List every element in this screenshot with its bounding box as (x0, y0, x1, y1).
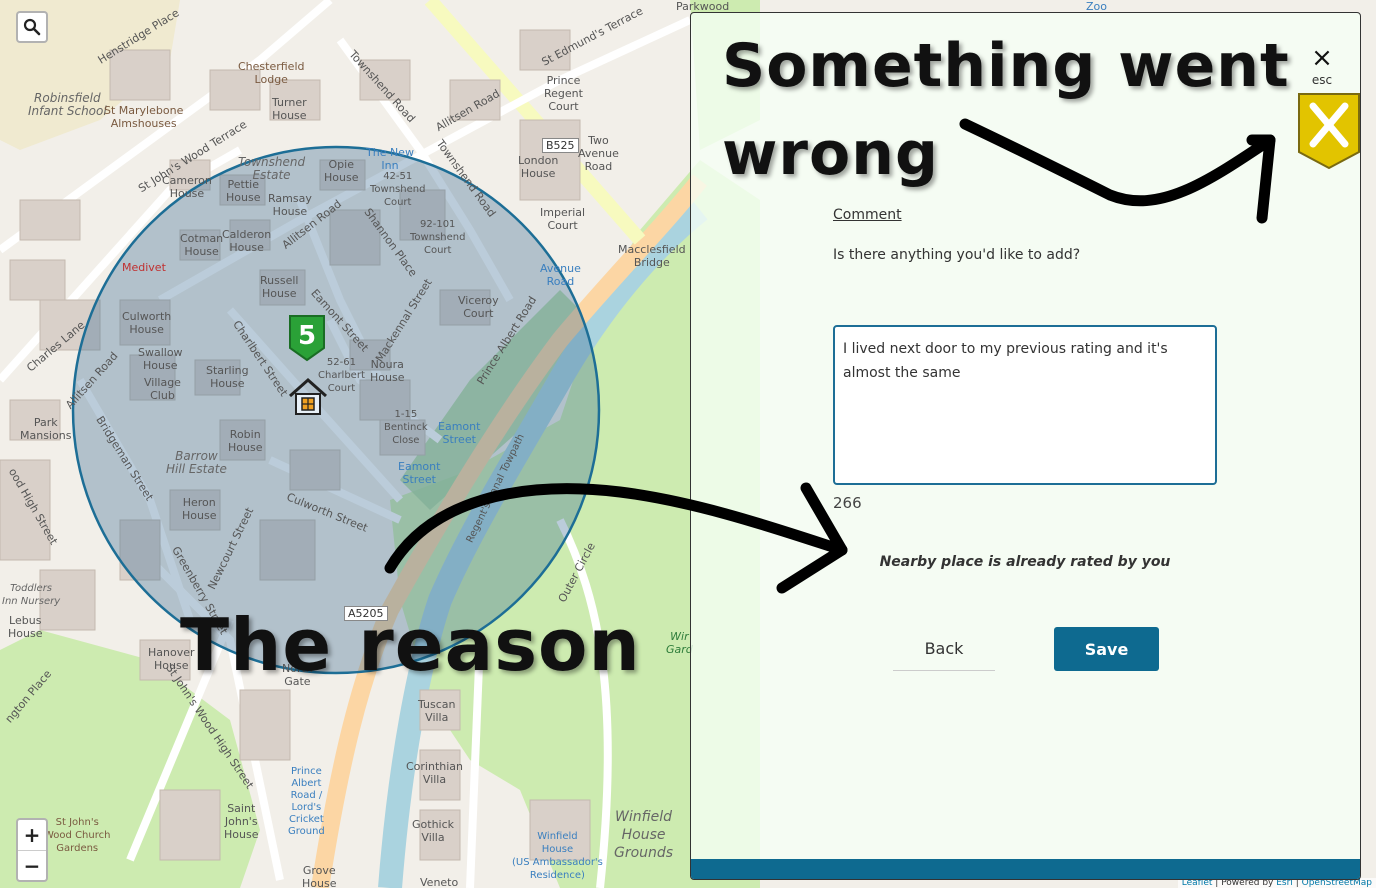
search-icon (23, 18, 41, 36)
map-label: St Marylebone Almshouses (104, 104, 184, 130)
comment-question: Is there anything you'd like to add? (833, 247, 1081, 263)
map-label: Robin House (228, 428, 263, 454)
map-label: Medivet (122, 261, 166, 274)
map-label: Macclesfield Bridge (618, 243, 686, 269)
annotation-reason: The reason (180, 603, 641, 687)
map-label: Ramsay House (268, 192, 312, 218)
map-label: Prince Albert Road / Lord's Cricket Grou… (288, 766, 325, 837)
map-label: 42-51 Townshend Court (370, 171, 426, 208)
annotation-title-line2: wrong (722, 119, 939, 189)
map-label: Saint John's House (224, 802, 259, 841)
map-label: Barrow Hill Estate (166, 449, 227, 476)
map-label: The New Inn (366, 146, 414, 172)
zoom-out-button[interactable]: − (18, 851, 46, 880)
map-label: Avenue Road (540, 262, 581, 288)
panel-footer-bar (691, 859, 1360, 879)
map-label: Village Club (144, 376, 181, 402)
map-label: Toddlers Inn Nursery (2, 583, 61, 607)
close-icon: × (1311, 43, 1333, 73)
map-label: Winfield House (US Ambassador's Residenc… (512, 831, 603, 881)
close-button[interactable]: × esc (1307, 45, 1337, 91)
map-label: Winfield House Grounds (614, 809, 674, 861)
annotation-title-line1: Something went (722, 31, 1290, 101)
esc-label: esc (1311, 73, 1333, 87)
map-label: Grove House (302, 864, 337, 888)
zoom-control: + − (16, 818, 48, 882)
map-label: Culworth House (122, 310, 172, 336)
map-label: Eamont Street (398, 460, 441, 486)
save-button[interactable]: Save (1054, 627, 1159, 671)
back-button[interactable]: Back (893, 627, 995, 671)
map-label: Chesterfield Lodge (238, 60, 305, 86)
map-label: Opie House (324, 158, 359, 184)
map-label: Corinthian Villa (406, 760, 464, 786)
map-label: Pettie House (226, 178, 261, 204)
home-icon[interactable] (286, 376, 330, 416)
map-label: Cotman House (180, 232, 224, 258)
map-label: Eamont Street (438, 420, 481, 446)
map-label: London House (518, 154, 559, 180)
map-label: Two Avenue Road (578, 134, 619, 173)
comment-textarea[interactable]: I lived next door to my previous rating … (833, 325, 1217, 485)
map-label: Park Mansions (20, 416, 72, 442)
search-button[interactable] (16, 11, 48, 43)
map-label: Russell House (260, 274, 299, 300)
map-label: 92-101 Townshend Court (410, 219, 466, 256)
road-shield-b525: B525 (542, 138, 579, 153)
map-label: Imperial Court (540, 206, 586, 232)
map-label: Cameron House (162, 174, 212, 200)
map-label: Starling House (206, 364, 249, 390)
map-label: Tuscan Villa (418, 698, 456, 724)
map-label: Swallow House (138, 346, 183, 372)
error-message-wrapper: Nearby place is already rated by you (691, 554, 1359, 570)
map-label: Lebus House (8, 614, 43, 640)
map-label: Viceroy Court (458, 294, 499, 320)
rating-marker-value: 5 (298, 321, 316, 351)
map-label: Prince Regent Court (544, 74, 583, 113)
character-counter: 266 (833, 494, 862, 512)
map-label: Veneto (420, 876, 459, 888)
map-label: Turner House (272, 96, 307, 122)
map-label: Heron House (182, 496, 217, 522)
comment-step-link[interactable]: Comment (833, 207, 902, 223)
map-label: Noura House (370, 358, 405, 384)
zoom-in-button[interactable]: + (18, 820, 46, 850)
x-badge-icon (1298, 93, 1360, 170)
map-label: St John's Wood Church Gardens (44, 817, 111, 854)
rating-marker[interactable]: 5 (288, 314, 326, 362)
map-label: Wir Gard (666, 630, 693, 656)
map-label: Robinsfield Infant School (28, 91, 107, 118)
map-label: Gothick Villa (412, 818, 455, 844)
error-message: Nearby place is already rated by you (879, 554, 1171, 570)
map-label: 1-15 Bentinck Close (384, 409, 428, 446)
map-label: Calderon House (222, 228, 272, 254)
